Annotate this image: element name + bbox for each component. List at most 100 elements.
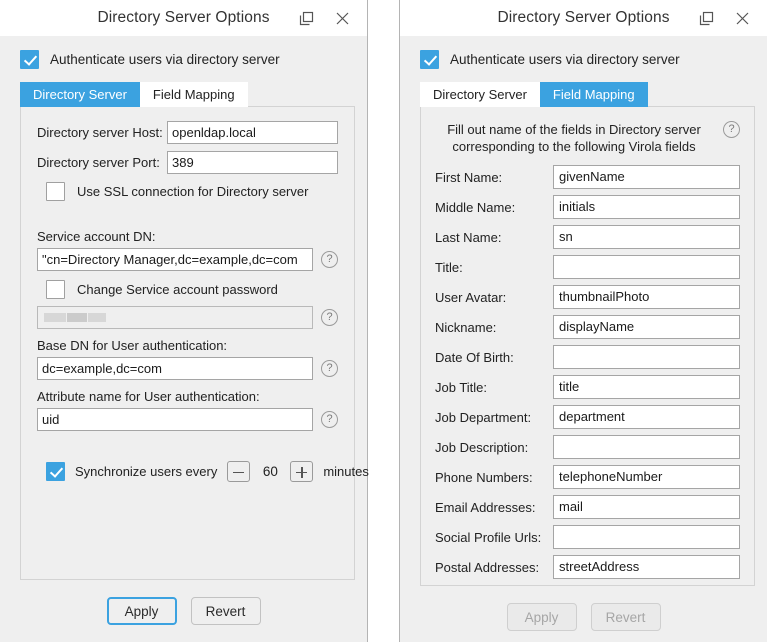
attribute-name-input[interactable]: uid: [37, 408, 313, 431]
screenshot-stage: Directory Server Options Authenticate us…: [0, 0, 767, 642]
tab-directory-server[interactable]: Directory Server: [420, 82, 540, 107]
window-body-left: Authenticate users via directory server …: [0, 36, 369, 580]
mapping-input-first-name[interactable]: givenName: [553, 165, 740, 189]
help-icon-attribute-name[interactable]: ?: [321, 411, 338, 428]
base-dn-input[interactable]: dc=example,dc=com: [37, 357, 313, 380]
mapping-label: Date Of Birth:: [435, 349, 514, 365]
directory-server-panel: Directory server Host: openldap.local Di…: [20, 106, 369, 580]
synchronize-users-label: Synchronize users every: [75, 464, 218, 479]
mapping-row: Middle Name: initials: [435, 195, 740, 219]
mapping-label: Last Name:: [435, 229, 502, 245]
titlebar-right: Directory Server Options: [400, 0, 767, 36]
sync-interval-decrement-button[interactable]: [227, 461, 251, 482]
host-input[interactable]: openldap.local: [167, 121, 338, 144]
field-mapping-panel: Fill out name of the fields in Directory…: [420, 106, 755, 586]
close-icon[interactable]: [727, 5, 757, 31]
tabbar-right: Directory Server Field Mapping: [412, 82, 755, 107]
tabbar-left: Directory Server Field Mapping: [12, 82, 355, 107]
mapping-label: Nickname:: [435, 319, 497, 335]
mapping-input-email-addresses[interactable]: mail: [553, 495, 740, 519]
authenticate-users-checkbox[interactable]: [20, 50, 39, 69]
mapping-input-title[interactable]: [553, 255, 740, 279]
change-password-checkbox-row[interactable]: Change Service account password: [37, 280, 338, 299]
authenticate-users-checkbox[interactable]: [420, 50, 439, 69]
mapping-label: User Avatar:: [435, 289, 507, 305]
mapping-label: Postal Addresses:: [435, 559, 540, 575]
host-row: Directory server Host: openldap.local: [37, 121, 338, 144]
mapping-label: Email Addresses:: [435, 499, 536, 515]
revert-button: Revert: [590, 603, 661, 631]
mapping-row: Phone Numbers: telephoneNumber: [435, 465, 740, 489]
authenticate-users-label: Authenticate users via directory server: [50, 52, 280, 67]
mapping-label: Job Title:: [435, 379, 488, 395]
revert-button[interactable]: Revert: [190, 597, 261, 625]
mapping-row: Postal Addresses: streetAddress: [435, 555, 740, 579]
attribute-name-row: uid ?: [37, 408, 338, 431]
service-account-dn-label: Service account DN:: [37, 229, 156, 244]
mapping-row: Date Of Birth:: [435, 345, 740, 369]
help-icon-base-dn[interactable]: ?: [321, 360, 338, 377]
attribute-name-label: Attribute name for User authentication:: [37, 389, 260, 404]
change-service-password-checkbox[interactable]: [46, 280, 65, 299]
directory-server-options-window-left: Directory Server Options Authenticate us…: [0, 0, 369, 642]
authenticate-users-checkbox-row-left[interactable]: Authenticate users via directory server: [12, 50, 355, 69]
port-label: Directory server Port:: [37, 155, 160, 170]
mapping-label: Job Description:: [435, 439, 529, 455]
field-mapping-hint-text: Fill out name of the fields in Directory…: [435, 121, 713, 155]
mapping-input-last-name[interactable]: sn: [553, 225, 740, 249]
restore-window-icon[interactable]: [291, 5, 321, 31]
directory-server-options-window-right: Directory Server Options Authenticate us…: [399, 0, 767, 642]
titlebar-left: Directory Server Options: [0, 0, 367, 36]
port-input[interactable]: 389: [167, 151, 338, 174]
mapping-input-job-department[interactable]: department: [553, 405, 740, 429]
close-icon[interactable]: [327, 5, 357, 31]
tab-field-mapping[interactable]: Field Mapping: [539, 82, 648, 107]
tab-field-mapping[interactable]: Field Mapping: [139, 82, 248, 107]
apply-button[interactable]: Apply: [106, 597, 177, 625]
sync-interval-value: 60: [262, 464, 278, 479]
help-icon-service-password[interactable]: ?: [321, 309, 338, 326]
mapping-row: Job Title: title: [435, 375, 740, 399]
service-account-dn-input[interactable]: "cn=Directory Manager,dc=example,dc=com: [37, 248, 313, 271]
mapping-input-postal-addresses[interactable]: streetAddress: [553, 555, 740, 579]
mapping-row: Job Department: department: [435, 405, 740, 429]
synchronize-users-checkbox[interactable]: [46, 462, 65, 481]
field-mapping-hint: Fill out name of the fields in Directory…: [435, 117, 740, 165]
titlebar-buttons-right: [691, 5, 767, 31]
mapping-input-nickname[interactable]: displayName: [553, 315, 740, 339]
mapping-input-social-profile-urls[interactable]: [553, 525, 740, 549]
mapping-input-middle-name[interactable]: initials: [553, 195, 740, 219]
authenticate-users-checkbox-row-right[interactable]: Authenticate users via directory server: [412, 50, 755, 69]
window-body-right: Authenticate users via directory server …: [400, 36, 767, 586]
ssl-checkbox-row[interactable]: Use SSL connection for Directory server: [37, 182, 338, 201]
titlebar-buttons-left: [291, 5, 367, 31]
hint-line-2: corresponding to the following Virola fi…: [452, 139, 696, 154]
mapping-row: Job Description:: [435, 435, 740, 459]
mapping-row: Nickname: displayName: [435, 315, 740, 339]
mapping-input-date-of-birth[interactable]: [553, 345, 740, 369]
service-password-input: [37, 306, 313, 329]
help-icon-field-mapping[interactable]: ?: [723, 121, 740, 138]
apply-button: Apply: [506, 603, 577, 631]
mapping-label: Phone Numbers:: [435, 469, 533, 485]
use-ssl-label: Use SSL connection for Directory server: [77, 184, 309, 199]
mapping-label: Job Department:: [435, 409, 532, 425]
mapping-row: Last Name: sn: [435, 225, 740, 249]
service-password-row: ?: [37, 306, 338, 329]
help-icon-service-dn[interactable]: ?: [321, 251, 338, 268]
mapping-row: Email Addresses: mail: [435, 495, 740, 519]
restore-window-icon[interactable]: [691, 5, 721, 31]
mapping-input-phone-numbers[interactable]: telephoneNumber: [553, 465, 740, 489]
hint-line-1: Fill out name of the fields in Directory…: [447, 122, 701, 137]
mapping-input-user-avatar[interactable]: thumbnailPhoto: [553, 285, 740, 309]
mapping-label: Title:: [435, 259, 463, 275]
mapping-input-job-title[interactable]: title: [553, 375, 740, 399]
mapping-row: Social Profile Urls:: [435, 525, 740, 549]
mapping-label: Social Profile Urls:: [435, 529, 542, 545]
field-mapping-list: First Name: givenName Middle Name: initi…: [435, 165, 740, 579]
mapping-input-job-description[interactable]: [553, 435, 740, 459]
tab-directory-server[interactable]: Directory Server: [20, 82, 140, 107]
sync-interval-increment-button[interactable]: [290, 461, 314, 482]
use-ssl-checkbox[interactable]: [46, 182, 65, 201]
